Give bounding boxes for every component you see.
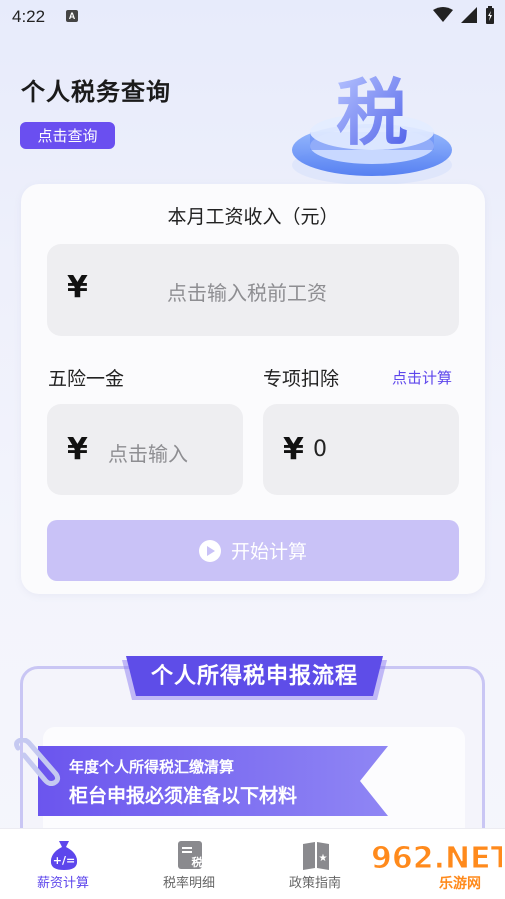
ribbon-line1: 年度个人所得税汇缴清算 xyxy=(69,758,235,776)
nav-label: 税率明细 xyxy=(162,876,215,891)
calculator-card: 本月工资收入（元） ¥ 点击输入税前工资 五险一金 专项扣除 点击计算 ¥ 点击… xyxy=(21,184,485,594)
tax-illustration: 税 xyxy=(292,71,452,185)
process-title: 个人所得税申报流程 xyxy=(150,664,358,689)
page-title: 个人税务查询 xyxy=(21,78,171,106)
insurance-placeholder: 点击输入 xyxy=(108,442,188,466)
signal-icon xyxy=(461,7,477,23)
nav-label: 政策指南 xyxy=(288,876,341,891)
svg-text:税: 税 xyxy=(192,855,203,869)
currency-symbol: ¥ xyxy=(283,432,304,467)
watermark-text: 962.NET xyxy=(371,841,502,876)
nav-item-salary[interactable]: +/= 薪资计算 xyxy=(3,829,123,899)
nav-item-policy[interactable]: ★ 政策指南 xyxy=(255,829,375,899)
currency-symbol: ¥ xyxy=(67,270,88,305)
salary-input[interactable]: ¥ 点击输入税前工资 xyxy=(47,244,459,336)
nav-label: 薪资计算 xyxy=(36,876,89,891)
deduction-input[interactable]: ¥ 0 xyxy=(263,404,459,495)
currency-symbol: ¥ xyxy=(67,432,88,467)
nav-item-tax-rate[interactable]: 税 税率明细 xyxy=(129,829,249,899)
paperclip-icon xyxy=(14,738,61,786)
salary-label: 本月工资收入（元） xyxy=(167,206,339,228)
play-icon xyxy=(198,539,221,562)
query-button[interactable]: 点击查询 xyxy=(20,122,115,149)
watermark-logo: 962.NET 乐游网 xyxy=(371,841,503,893)
start-calc-label: 开始计算 xyxy=(230,541,307,563)
salary-placeholder: 点击输入税前工资 xyxy=(167,281,327,305)
money-bag-icon: +/= xyxy=(50,841,78,870)
status-time: 4:22 xyxy=(12,7,46,26)
status-bar: 4:22 A xyxy=(0,0,505,34)
start-calc-button[interactable]: 开始计算 xyxy=(47,520,459,581)
svg-text:★: ★ xyxy=(319,853,328,864)
deduction-label: 专项扣除 xyxy=(263,368,340,390)
tax-char: 税 xyxy=(336,71,408,155)
svg-text:+/=: +/= xyxy=(53,854,75,867)
tax-doc-icon: 税 xyxy=(178,841,203,869)
insurance-label: 五险一金 xyxy=(48,368,125,390)
insurance-input[interactable]: ¥ 点击输入 xyxy=(47,404,243,495)
status-icons xyxy=(433,6,495,24)
ribbon-line2: 柜台申报必须准备以下材料 xyxy=(69,785,298,807)
deduction-value: 0 xyxy=(313,437,327,462)
battery-icon xyxy=(486,6,494,24)
wifi-icon xyxy=(433,7,453,22)
book-icon: ★ xyxy=(303,842,329,870)
notification-icon: A xyxy=(66,10,78,22)
watermark-sub: 乐游网 xyxy=(439,875,481,892)
deduction-calc-link[interactable]: 点击计算 xyxy=(392,367,452,388)
